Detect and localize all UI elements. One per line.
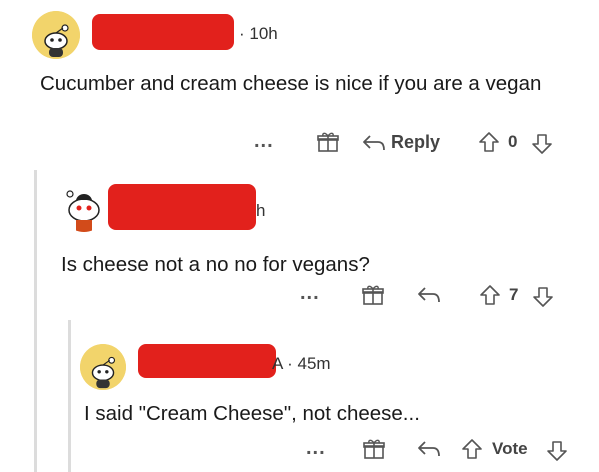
thread-line-nested <box>68 320 71 472</box>
downvote-button[interactable] <box>546 440 568 462</box>
comment-body: Cucumber and cream cheese is nice if you… <box>40 72 542 95</box>
redacted-username <box>108 184 256 230</box>
redacted-username <box>92 14 234 50</box>
username-tail: A <box>272 354 283 373</box>
downvote-icon <box>547 441 567 461</box>
gift-icon <box>317 132 339 152</box>
comment-timestamp: · 10h <box>239 24 278 43</box>
downvote-button[interactable] <box>531 133 553 155</box>
vote-count: 0 <box>508 132 518 151</box>
award-button[interactable] <box>362 284 384 306</box>
comment-body: I said "Cream Cheese", not cheese... <box>84 402 420 425</box>
reply-arrow-icon <box>363 134 385 150</box>
comment-timestamp: 45m <box>297 354 331 373</box>
downvote-button[interactable] <box>532 286 554 308</box>
more-options-button[interactable]: ... <box>254 130 274 153</box>
snoo-avatar-icon <box>80 344 126 390</box>
award-button[interactable] <box>363 438 385 460</box>
award-button[interactable] <box>317 131 339 153</box>
reply-button[interactable]: Reply <box>361 132 440 153</box>
snoo-avatar-icon <box>32 11 80 59</box>
gift-icon <box>362 285 384 305</box>
thread-line <box>34 170 37 472</box>
comment-timestamp: h <box>256 201 266 220</box>
user-avatar[interactable] <box>32 11 80 59</box>
user-avatar[interactable] <box>80 344 126 390</box>
more-options-button[interactable]: ... <box>306 437 326 460</box>
gift-icon <box>363 439 385 459</box>
user-avatar[interactable] <box>60 184 108 232</box>
upvote-icon <box>479 132 499 152</box>
comment-meta: A · 45m <box>272 354 331 373</box>
vote-count: 7 <box>509 285 519 304</box>
more-options-button[interactable]: ... <box>300 282 320 305</box>
vote-label: Vote <box>492 439 528 458</box>
upvote-button[interactable] <box>479 284 501 306</box>
reply-button[interactable] <box>416 285 442 305</box>
reply-arrow-icon <box>418 287 440 303</box>
comment-body: Is cheese not a no no for vegans? <box>61 253 370 276</box>
redacted-username <box>138 344 276 378</box>
downvote-icon <box>533 287 553 307</box>
upvote-button[interactable] <box>478 131 500 153</box>
upvote-button[interactable] <box>461 438 483 460</box>
upvote-icon <box>462 439 482 459</box>
downvote-icon <box>532 134 552 154</box>
reply-label: Reply <box>391 132 441 152</box>
upvote-icon <box>480 285 500 305</box>
reply-button[interactable] <box>416 439 442 459</box>
reply-arrow-icon <box>418 441 440 457</box>
snoo-avatar-icon <box>66 190 100 232</box>
